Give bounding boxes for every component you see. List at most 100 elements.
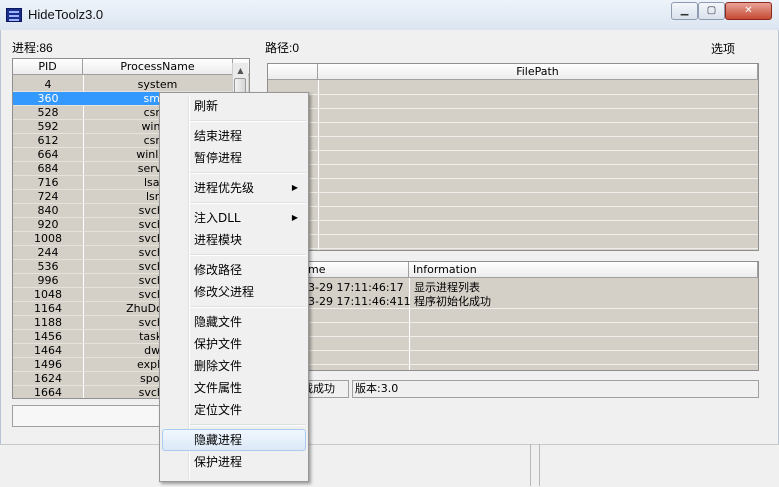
menu-item-label: 文件属性 <box>194 381 243 395</box>
grid-line <box>268 122 758 123</box>
menu-item-label: 隐藏文件 <box>194 315 243 329</box>
filepath-divider <box>318 80 319 250</box>
pid-cell: 724 <box>37 190 59 203</box>
pid-cell: 1008 <box>34 232 62 245</box>
pid-cell: 1164 <box>34 302 62 315</box>
pid-cell: 1048 <box>34 288 62 301</box>
menu-item[interactable]: 保护进程 <box>162 451 306 473</box>
app-icon <box>6 8 22 22</box>
menu-item[interactable]: 结束进程 <box>162 125 306 147</box>
menu-item-label: 修改父进程 <box>194 285 255 299</box>
menu-separator <box>190 254 306 256</box>
grid-line <box>268 136 758 137</box>
menu-item[interactable]: 定位文件 <box>162 399 306 421</box>
pid-cell: 1624 <box>34 372 62 385</box>
grid-line <box>268 220 758 221</box>
column-header-filepath[interactable]: FilePath <box>318 64 758 80</box>
grid-line <box>268 350 758 351</box>
grid-line <box>268 364 758 365</box>
grid-line <box>268 178 758 179</box>
menu-item[interactable]: 修改路径 <box>162 259 306 281</box>
menu-item[interactable]: 刷新 <box>162 95 306 117</box>
title-bar[interactable]: HideToolz3.0 ▁ ▢ ✕ <box>0 0 779 31</box>
window-title: HideToolz3.0 <box>28 7 104 22</box>
menu-separator <box>190 306 306 308</box>
pid-cell: 592 <box>37 120 59 133</box>
menu-item[interactable]: 暂停进程 <box>162 147 306 169</box>
grid-line <box>268 322 758 323</box>
submenu-arrow-icon: ▶ <box>291 213 298 222</box>
version-status: 版本:3.0 <box>352 380 759 398</box>
filepath-list[interactable]: FilePath <box>267 63 759 251</box>
grid-line <box>268 308 758 309</box>
minimize-button[interactable]: ▁ <box>671 2 698 20</box>
menu-item-label: 进程优先级 <box>194 181 255 195</box>
menu-item[interactable]: 修改父进程 <box>162 281 306 303</box>
submenu-arrow-icon: ▶ <box>291 183 298 192</box>
process-row[interactable]: 4 system <box>13 78 233 92</box>
scroll-up-arrow-icon[interactable]: ▲ <box>233 63 248 78</box>
menu-item[interactable]: 保护文件 <box>162 333 306 355</box>
pid-cell: 4 <box>44 78 52 91</box>
pid-cell: 360 <box>37 92 59 105</box>
menu-item[interactable]: 删除文件 <box>162 355 306 377</box>
log-info: 显示进程列表 <box>414 281 480 294</box>
menu-separator <box>190 202 306 204</box>
menu-item[interactable]: 隐藏进程 <box>162 429 306 451</box>
menu-item[interactable]: 文件属性 <box>162 377 306 399</box>
path-count-label: 路径:0 <box>265 41 300 55</box>
grid-line <box>268 94 758 95</box>
context-menu[interactable]: 刷新 结束进程 暂停进程 进程优先级 ▶ 注入DLL ▶ 进程模块 修改路径 修改父进程 隐藏文件保… <box>159 92 309 482</box>
desktop-strip <box>0 444 779 487</box>
menu-item-label: 隐藏进程 <box>194 433 243 447</box>
process-count-label: 进程:86 <box>12 41 53 55</box>
menu-item-label: 定位文件 <box>194 403 243 417</box>
pid-cell: 528 <box>37 106 59 119</box>
menu-item-label: 暂停进程 <box>194 151 243 165</box>
grid-line <box>268 164 758 165</box>
column-header-information[interactable]: Information <box>409 262 758 278</box>
log-time: 3-29 17:11:46:411 <box>308 295 411 308</box>
menu-separator <box>190 172 306 174</box>
menu-item-label: 保护文件 <box>194 337 243 351</box>
menu-item-label: 保护进程 <box>194 455 243 469</box>
log-divider <box>409 278 410 370</box>
pid-cell: 1188 <box>34 316 62 329</box>
pid-cell: 664 <box>37 148 59 161</box>
pid-cell: 684 <box>37 162 59 175</box>
options-menu[interactable]: 选项 <box>711 40 735 57</box>
pid-cell: 1464 <box>34 344 62 357</box>
app-window: HideToolz3.0 ▁ ▢ ✕ 进程:86 PID ProcessName… <box>0 0 779 487</box>
column-header-processname[interactable]: ProcessName <box>83 59 233 75</box>
menu-item[interactable]: 进程模块 <box>162 229 306 251</box>
menu-item-label: 修改路径 <box>194 263 243 277</box>
column-header-pid[interactable]: PID <box>13 59 83 75</box>
pid-cell: 1496 <box>34 358 62 371</box>
grid-line <box>268 150 758 151</box>
menu-item[interactable]: 进程优先级 ▶ <box>162 177 306 199</box>
pid-cell: 1664 <box>34 386 62 399</box>
pid-cell: 1456 <box>34 330 62 343</box>
close-button[interactable]: ✕ <box>725 2 772 20</box>
grid-line <box>268 192 758 193</box>
pid-cell: 996 <box>37 274 59 287</box>
pid-cell: 840 <box>37 204 59 217</box>
grid-line <box>268 108 758 109</box>
log-info: 程序初始化成功 <box>414 295 491 308</box>
filepath-col-blank[interactable] <box>268 64 318 80</box>
pid-cell: 612 <box>37 134 59 147</box>
menu-item-label: 结束进程 <box>194 129 243 143</box>
menu-item-label: 删除文件 <box>194 359 243 373</box>
maximize-button[interactable]: ▢ <box>698 2 725 20</box>
menu-separator <box>190 424 306 426</box>
menu-item[interactable]: 隐藏文件 <box>162 311 306 333</box>
grid-line <box>268 206 758 207</box>
pid-cell: 716 <box>37 176 59 189</box>
strip-divider <box>539 444 540 486</box>
log-time: 3-29 17:11:46:17 <box>308 281 404 294</box>
log-list[interactable]: me Information 3-29 17:11:46:17 显示进程列表 3… <box>267 261 759 371</box>
menu-separator <box>190 120 306 122</box>
menu-item[interactable]: 注入DLL ▶ <box>162 207 306 229</box>
strip-divider <box>530 444 531 486</box>
menu-item-label: 进程模块 <box>194 233 243 247</box>
